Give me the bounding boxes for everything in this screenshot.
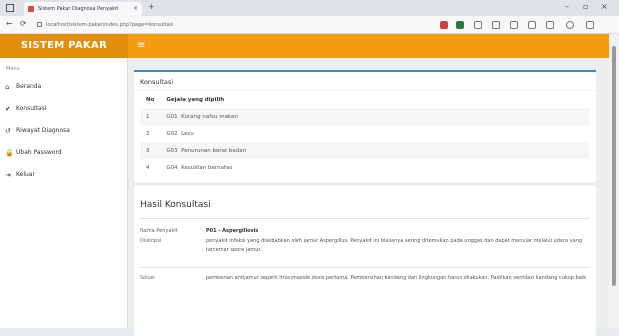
- app-header: SISTEM PAKAR ≡: [0, 34, 609, 58]
- row-no: 4: [146, 164, 150, 171]
- row-gejala: G02 Lesu: [160, 125, 590, 142]
- extension-red-icon[interactable]: [440, 21, 448, 29]
- gejala-name: Lesu: [181, 130, 194, 137]
- gejala-name: Penurunan berat badan: [181, 147, 247, 154]
- solusi-value: pemberian antijamur seperti Itraconazole…: [206, 275, 588, 281]
- solusi-label: Solusi: [140, 275, 155, 281]
- check-icon: ✔: [5, 105, 11, 113]
- gejala-code: G03: [166, 147, 178, 154]
- window-menu-icon[interactable]: [6, 4, 14, 12]
- gejala-name: Kurang nafsu makan: [181, 113, 238, 120]
- home-icon: ⌂: [5, 83, 10, 91]
- row-gejala: G03 Penurunan berat badan: [160, 142, 590, 159]
- page-scrollbar[interactable]: [609, 34, 619, 328]
- gejala-name: Kesulitan bernafas: [181, 164, 233, 171]
- column-header-no: No: [146, 96, 155, 103]
- sidebar-item-label: Riwayat Diagnosa: [16, 127, 70, 134]
- table-header-row: No Gejala yang dipilih: [140, 91, 590, 108]
- row-gejala: G01 Kurang nafsu makan: [160, 108, 590, 125]
- description-label: Diskripsi: [140, 238, 162, 244]
- table-row: 3 G03 Penurunan berat badan: [140, 142, 590, 159]
- sidebar: Menu ⌂ Beranda ✔ Konsultasi ↺ Riwayat Di…: [0, 58, 128, 328]
- split-view-icon[interactable]: [474, 21, 482, 29]
- table-row: 2 G02 Lesu: [140, 125, 590, 142]
- description-row: Diskripsi penyakit infeksi yang disebabk…: [140, 237, 590, 267]
- brand-logo[interactable]: SISTEM PAKAR: [0, 34, 128, 58]
- hasil-konsultasi-box: Hasil Konsultasi Nama Penyakit P01 - Asp…: [134, 186, 596, 336]
- collections-icon[interactable]: [528, 21, 536, 29]
- url-text: localhost/sistem-pakar/index.php?page=ko…: [46, 22, 174, 28]
- tab-close-icon[interactable]: ×: [133, 2, 138, 16]
- sidebar-item-konsultasi[interactable]: ✔ Konsultasi: [0, 98, 127, 120]
- sidebar-header: Menu: [6, 66, 20, 72]
- konsultasi-box: Konsultasi No Gejala yang dipilih 1 G01 …: [134, 70, 596, 182]
- row-no: 2: [146, 130, 150, 137]
- sign-out-icon: ⇥: [5, 171, 11, 179]
- sidebar-item-label: Beranda: [16, 83, 42, 90]
- disease-row: Nama Penyakit P01 - Aspergillosis: [140, 219, 590, 237]
- sidebar-item-label: Ubah Password: [16, 149, 62, 156]
- profile-icon[interactable]: [566, 21, 574, 29]
- gejala-code: G04: [166, 164, 178, 171]
- browser-tab-bar: Sistem Pakar Diagnosa Penyakit × + – ▫ ×: [0, 0, 619, 16]
- back-button[interactable]: ←: [6, 19, 13, 28]
- gejala-table: No Gejala yang dipilih 1 G01 Kurang nafs…: [140, 91, 590, 176]
- sidebar-item-label: Keluar: [16, 171, 35, 178]
- browser-tab[interactable]: Sistem Pakar Diagnosa Penyakit ×: [24, 2, 142, 16]
- favicon-icon: [28, 6, 34, 12]
- reload-button[interactable]: ⟳: [20, 19, 27, 28]
- solusi-row: Solusi pemberian antijamur seperti Itrac…: [140, 268, 590, 283]
- sidebar-item-riwayat[interactable]: ↺ Riwayat Diagnosa: [0, 120, 127, 142]
- disease-value: P01 - Aspergillosis: [206, 228, 259, 234]
- row-no: 3: [140, 142, 161, 159]
- minimize-button[interactable]: –: [565, 2, 569, 11]
- menu-toggle-icon[interactable]: ≡: [137, 40, 145, 51]
- hasil-title: Hasil Konsultasi: [140, 200, 211, 210]
- table-row: 1 G01 Kurang nafsu makan: [140, 108, 590, 125]
- address-bar[interactable]: localhost/sistem-pakar/index.php?page=ko…: [36, 19, 296, 31]
- column-header-gejala: Gejala yang dipilih: [166, 96, 225, 103]
- sidebar-item-label: Konsultasi: [16, 105, 47, 112]
- extensions-icon[interactable]: [546, 21, 554, 29]
- close-window-button[interactable]: ×: [601, 2, 608, 11]
- scrollbar-thumb[interactable]: [612, 46, 616, 286]
- row-gejala: G04 Kesulitan bernafas: [160, 159, 590, 176]
- favorites-icon[interactable]: [510, 21, 518, 29]
- lock-icon: [37, 22, 42, 27]
- more-options-icon[interactable]: [586, 21, 594, 29]
- sidebar-item-keluar[interactable]: ⇥ Keluar: [0, 164, 127, 186]
- gejala-code: G02: [166, 130, 178, 137]
- maximize-button[interactable]: ▫: [583, 2, 588, 11]
- konsultasi-title: Konsultasi: [134, 72, 596, 91]
- gejala-code: G01: [166, 113, 178, 120]
- sidebar-item-ubah-password[interactable]: 🔒 Ubah Password: [0, 142, 127, 164]
- description-value: penyakit infeksi yang disebabkan oleh ja…: [206, 238, 583, 253]
- row-no: 1: [140, 108, 161, 125]
- history-icon: ↺: [5, 127, 11, 135]
- tab-actions-icon[interactable]: [492, 21, 500, 29]
- tab-title: Sistem Pakar Diagnosa Penyakit: [38, 6, 119, 12]
- new-tab-button[interactable]: +: [148, 2, 155, 11]
- extension-green-icon[interactable]: [456, 21, 464, 29]
- lock-icon: 🔒: [5, 149, 14, 157]
- table-row: 4 G04 Kesulitan bernafas: [140, 159, 590, 176]
- sidebar-item-beranda[interactable]: ⌂ Beranda: [0, 76, 127, 98]
- disease-label: Nama Penyakit: [140, 228, 178, 234]
- main-content: Konsultasi No Gejala yang dipilih 1 G01 …: [128, 58, 609, 336]
- browser-nav-bar: ← ⟳ localhost/sistem-pakar/index.php?pag…: [0, 16, 619, 34]
